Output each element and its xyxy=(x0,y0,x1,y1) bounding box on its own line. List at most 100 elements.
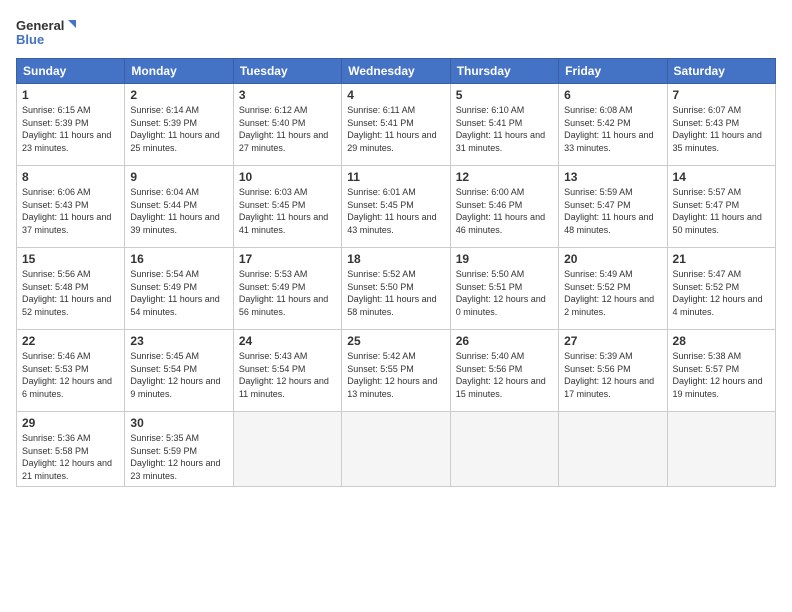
calendar-day-cell: 13Sunrise: 5:59 AMSunset: 5:47 PMDayligh… xyxy=(559,166,667,248)
calendar-day-cell: 18 Sunrise: 5:52 AMSunset: 5:50 PMDayligh… xyxy=(342,248,450,330)
weekday-header-row: SundayMondayTuesdayWednesdayThursdayFrid… xyxy=(17,59,776,84)
day-info: Sunrise: 6:01 AMSunset: 5:45 PMDaylight:… xyxy=(347,186,444,236)
day-number: 13 xyxy=(564,170,661,184)
day-number: 6 xyxy=(564,88,661,102)
day-info: Sunrise: 6:15 AMSunset: 5:39 PMDaylight:… xyxy=(22,104,119,154)
weekday-header-tuesday: Tuesday xyxy=(233,59,341,84)
day-number: 3 xyxy=(239,88,336,102)
day-info: Sunrise: 5:50 AMSunset: 5:51 PMDaylight:… xyxy=(456,268,553,318)
day-number: 11 xyxy=(347,170,444,184)
day-number: 2 xyxy=(130,88,227,102)
day-info: Sunrise: 5:38 AMSunset: 5:57 PMDaylight:… xyxy=(673,350,770,400)
day-info: Sunrise: 6:11 AMSunset: 5:41 PMDaylight:… xyxy=(347,104,444,154)
calendar-day-cell: 6 Sunrise: 6:08 AMSunset: 5:42 PMDaylight… xyxy=(559,84,667,166)
calendar-day-cell: 1 Sunrise: 6:15 AMSunset: 5:39 PMDaylight… xyxy=(17,84,125,166)
calendar-day-cell: 26 Sunrise: 5:40 AMSunset: 5:56 PMDayligh… xyxy=(450,330,558,412)
day-number: 8 xyxy=(22,170,119,184)
weekday-header-friday: Friday xyxy=(559,59,667,84)
calendar-day-cell: 28 Sunrise: 5:38 AMSunset: 5:57 PMDayligh… xyxy=(667,330,775,412)
svg-text:General: General xyxy=(16,18,64,33)
day-number: 14 xyxy=(673,170,770,184)
day-info: Sunrise: 6:10 AMSunset: 5:41 PMDaylight:… xyxy=(456,104,553,154)
weekday-header-saturday: Saturday xyxy=(667,59,775,84)
day-number: 20 xyxy=(564,252,661,266)
calendar-day-cell: 7 Sunrise: 6:07 AMSunset: 5:43 PMDaylight… xyxy=(667,84,775,166)
day-info: Sunrise: 6:14 AMSunset: 5:39 PMDaylight:… xyxy=(130,104,227,154)
day-number: 17 xyxy=(239,252,336,266)
day-info: Sunrise: 5:46 AMSunset: 5:53 PMDaylight:… xyxy=(22,350,119,400)
day-info: Sunrise: 6:08 AMSunset: 5:42 PMDaylight:… xyxy=(564,104,661,154)
calendar-day-cell: 11 Sunrise: 6:01 AMSunset: 5:45 PMDayligh… xyxy=(342,166,450,248)
day-info: Sunrise: 5:45 AMSunset: 5:54 PMDaylight:… xyxy=(130,350,227,400)
calendar-day-cell: 3Sunrise: 6:12 AMSunset: 5:40 PMDaylight… xyxy=(233,84,341,166)
day-info: Sunrise: 6:07 AMSunset: 5:43 PMDaylight:… xyxy=(673,104,770,154)
logo: General Blue xyxy=(16,16,76,50)
weekday-header-wednesday: Wednesday xyxy=(342,59,450,84)
calendar-week-row: 1 Sunrise: 6:15 AMSunset: 5:39 PMDaylight… xyxy=(17,84,776,166)
day-number: 1 xyxy=(22,88,119,102)
day-info: Sunrise: 5:42 AMSunset: 5:55 PMDaylight:… xyxy=(347,350,444,400)
calendar-day-cell: 23 Sunrise: 5:45 AMSunset: 5:54 PMDayligh… xyxy=(125,330,233,412)
calendar-table: SundayMondayTuesdayWednesdayThursdayFrid… xyxy=(16,58,776,487)
day-number: 12 xyxy=(456,170,553,184)
day-info: Sunrise: 5:49 AMSunset: 5:52 PMDaylight:… xyxy=(564,268,661,318)
day-info: Sunrise: 6:04 AMSunset: 5:44 PMDaylight:… xyxy=(130,186,227,236)
day-number: 19 xyxy=(456,252,553,266)
calendar-day-cell xyxy=(233,412,341,487)
day-number: 27 xyxy=(564,334,661,348)
day-info: Sunrise: 6:03 AMSunset: 5:45 PMDaylight:… xyxy=(239,186,336,236)
day-info: Sunrise: 6:06 AMSunset: 5:43 PMDaylight:… xyxy=(22,186,119,236)
day-number: 29 xyxy=(22,416,119,430)
calendar-day-cell: 15 Sunrise: 5:56 AMSunset: 5:48 PMDayligh… xyxy=(17,248,125,330)
day-info: Sunrise: 5:36 AMSunset: 5:58 PMDaylight:… xyxy=(22,432,119,482)
calendar-day-cell xyxy=(559,412,667,487)
calendar-day-cell xyxy=(342,412,450,487)
calendar-day-cell: 24 Sunrise: 5:43 AMSunset: 5:54 PMDayligh… xyxy=(233,330,341,412)
calendar-day-cell: 5Sunrise: 6:10 AMSunset: 5:41 PMDaylight… xyxy=(450,84,558,166)
page-header: General Blue xyxy=(16,16,776,50)
day-info: Sunrise: 5:52 AMSunset: 5:50 PMDaylight:… xyxy=(347,268,444,318)
calendar-day-cell: 16Sunrise: 5:54 AMSunset: 5:49 PMDayligh… xyxy=(125,248,233,330)
calendar-day-cell: 10 Sunrise: 6:03 AMSunset: 5:45 PMDayligh… xyxy=(233,166,341,248)
day-number: 28 xyxy=(673,334,770,348)
calendar-day-cell: 17 Sunrise: 5:53 AMSunset: 5:49 PMDayligh… xyxy=(233,248,341,330)
calendar-week-row: 8 Sunrise: 6:06 AMSunset: 5:43 PMDaylight… xyxy=(17,166,776,248)
day-info: Sunrise: 5:35 AMSunset: 5:59 PMDaylight:… xyxy=(130,432,227,482)
calendar-day-cell: 25 Sunrise: 5:42 AMSunset: 5:55 PMDayligh… xyxy=(342,330,450,412)
day-info: Sunrise: 5:56 AMSunset: 5:48 PMDaylight:… xyxy=(22,268,119,318)
calendar-day-cell: 21 Sunrise: 5:47 AMSunset: 5:52 PMDayligh… xyxy=(667,248,775,330)
day-info: Sunrise: 5:53 AMSunset: 5:49 PMDaylight:… xyxy=(239,268,336,318)
day-info: Sunrise: 5:43 AMSunset: 5:54 PMDaylight:… xyxy=(239,350,336,400)
calendar-week-row: 22Sunrise: 5:46 AMSunset: 5:53 PMDayligh… xyxy=(17,330,776,412)
day-number: 18 xyxy=(347,252,444,266)
day-info: Sunrise: 5:40 AMSunset: 5:56 PMDaylight:… xyxy=(456,350,553,400)
calendar-day-cell: 9 Sunrise: 6:04 AMSunset: 5:44 PMDaylight… xyxy=(125,166,233,248)
day-number: 15 xyxy=(22,252,119,266)
day-info: Sunrise: 5:39 AMSunset: 5:56 PMDaylight:… xyxy=(564,350,661,400)
day-info: Sunrise: 5:57 AMSunset: 5:47 PMDaylight:… xyxy=(673,186,770,236)
day-number: 9 xyxy=(130,170,227,184)
day-info: Sunrise: 5:47 AMSunset: 5:52 PMDaylight:… xyxy=(673,268,770,318)
calendar-day-cell xyxy=(450,412,558,487)
calendar-day-cell: 22Sunrise: 5:46 AMSunset: 5:53 PMDayligh… xyxy=(17,330,125,412)
calendar-day-cell: 19 Sunrise: 5:50 AMSunset: 5:51 PMDayligh… xyxy=(450,248,558,330)
day-number: 24 xyxy=(239,334,336,348)
calendar-day-cell: 20 Sunrise: 5:49 AMSunset: 5:52 PMDayligh… xyxy=(559,248,667,330)
day-number: 21 xyxy=(673,252,770,266)
weekday-header-thursday: Thursday xyxy=(450,59,558,84)
day-number: 26 xyxy=(456,334,553,348)
day-number: 7 xyxy=(673,88,770,102)
calendar-day-cell xyxy=(667,412,775,487)
day-number: 30 xyxy=(130,416,227,430)
day-number: 23 xyxy=(130,334,227,348)
calendar-day-cell: 14 Sunrise: 5:57 AMSunset: 5:47 PMDayligh… xyxy=(667,166,775,248)
calendar-day-cell: 2 Sunrise: 6:14 AMSunset: 5:39 PMDaylight… xyxy=(125,84,233,166)
calendar-day-cell: 12Sunrise: 6:00 AMSunset: 5:46 PMDayligh… xyxy=(450,166,558,248)
day-number: 25 xyxy=(347,334,444,348)
calendar-day-cell: 8 Sunrise: 6:06 AMSunset: 5:43 PMDaylight… xyxy=(17,166,125,248)
calendar-day-cell: 29 Sunrise: 5:36 AMSunset: 5:58 PMDayligh… xyxy=(17,412,125,487)
calendar-week-row: 15 Sunrise: 5:56 AMSunset: 5:48 PMDayligh… xyxy=(17,248,776,330)
logo-svg: General Blue xyxy=(16,16,76,50)
day-number: 10 xyxy=(239,170,336,184)
calendar-day-cell: 4Sunrise: 6:11 AMSunset: 5:41 PMDaylight… xyxy=(342,84,450,166)
